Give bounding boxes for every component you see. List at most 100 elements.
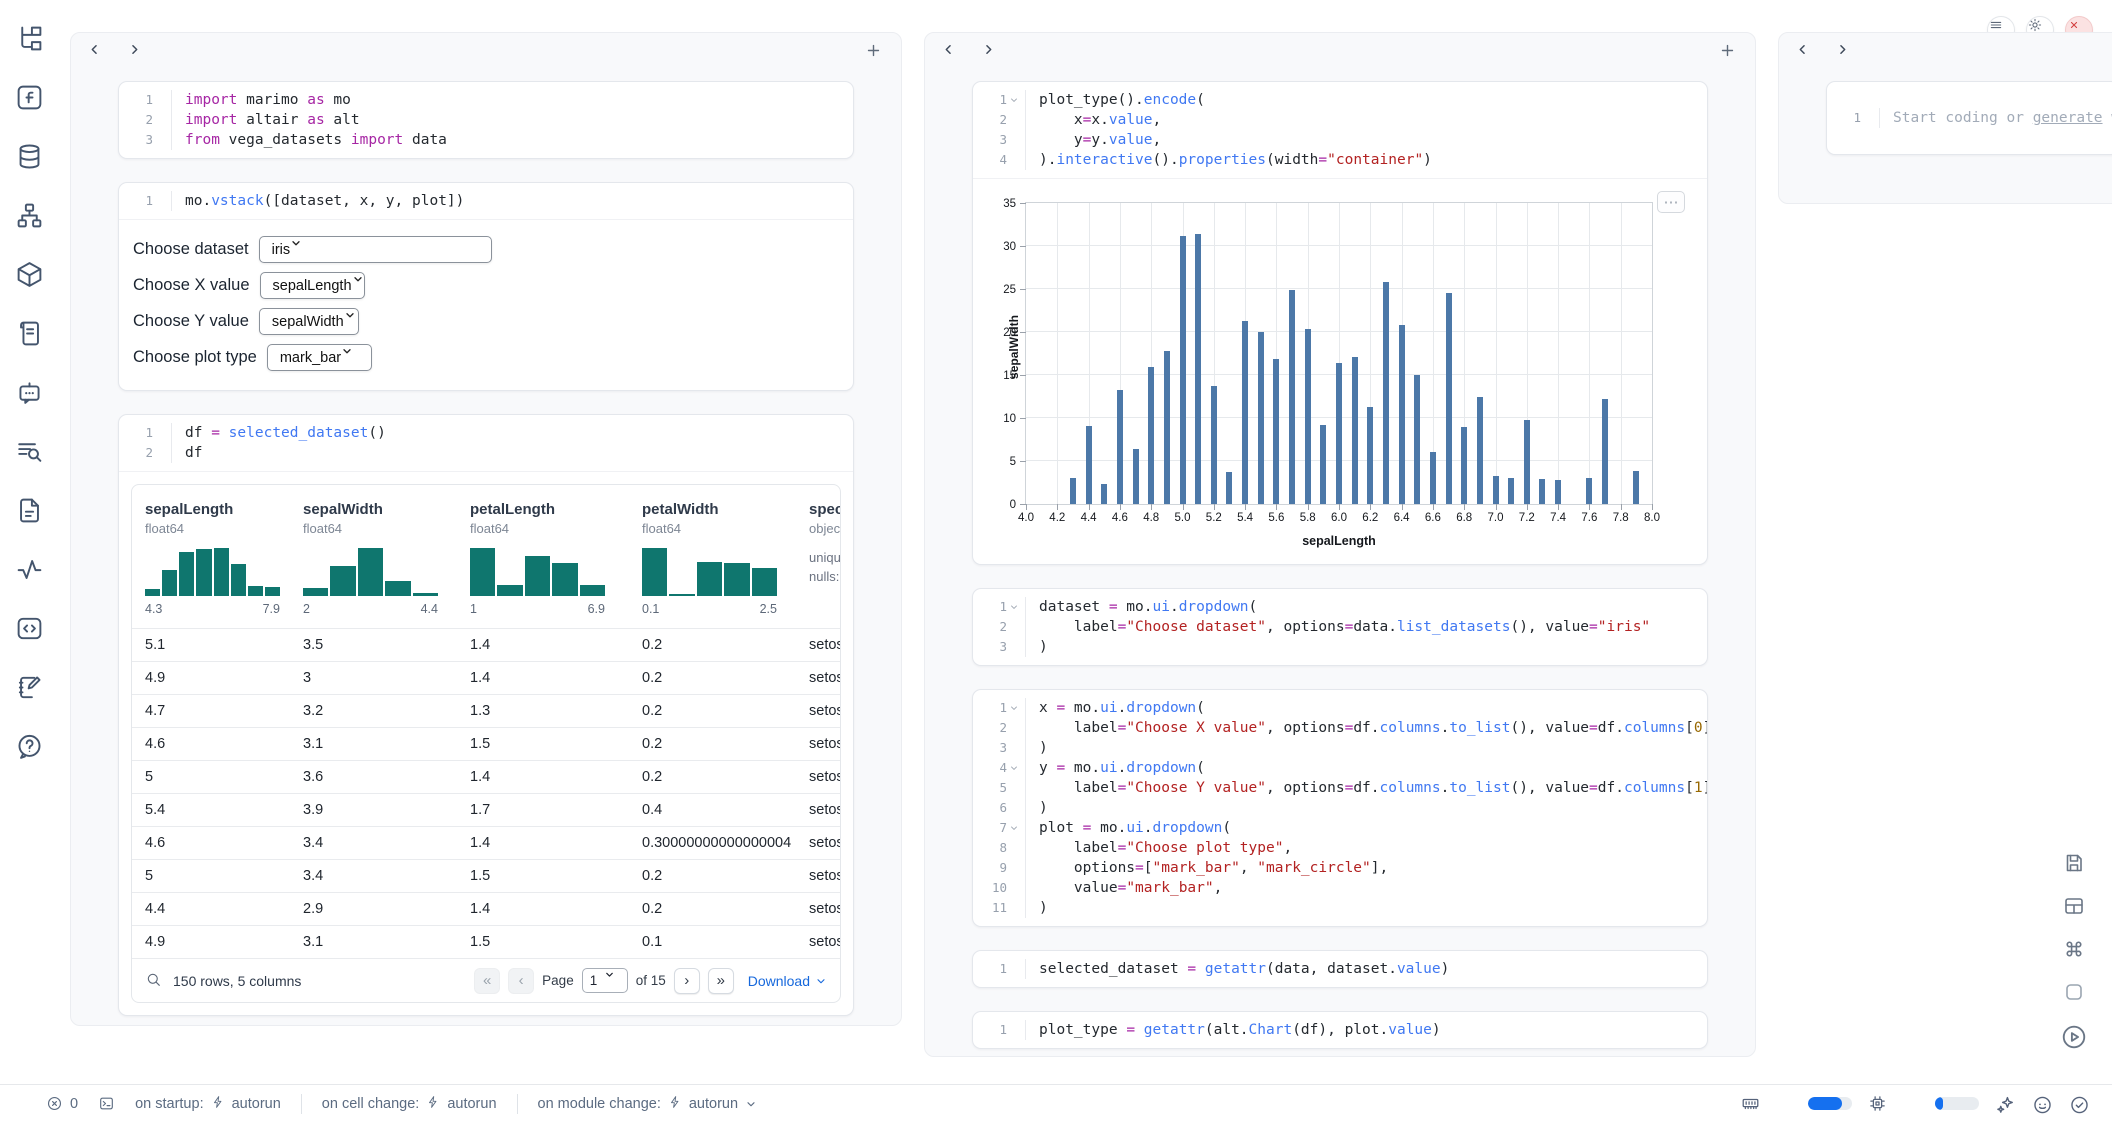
table-row[interactable]: 5.43.91.70.4setosa: [132, 793, 840, 826]
run-mode-cell-change[interactable]: on cell change:autorun: [322, 1095, 497, 1113]
sidebar-item-packages[interactable]: [15, 260, 49, 294]
fold-chevron[interactable]: [1009, 823, 1020, 834]
terminal-button[interactable]: [98, 1095, 115, 1112]
sidebar-item-tracing[interactable]: [15, 555, 49, 589]
sidebar-item-scratchpad[interactable]: [15, 673, 49, 707]
table-column-header[interactable]: petalWidthfloat640.12.5: [642, 501, 809, 616]
y-tick: [1020, 418, 1026, 419]
run-mode-module-change[interactable]: on module change:autorun: [538, 1095, 758, 1113]
error-indicator[interactable]: 0: [46, 1095, 78, 1112]
token: =: [1118, 880, 1127, 896]
copilot-button[interactable]: [2032, 1093, 2053, 1114]
token: df.: [1353, 780, 1379, 796]
add-cell-button[interactable]: [865, 42, 889, 66]
dropdown-select[interactable]: sepalLength: [260, 272, 365, 299]
cell-imports[interactable]: 1import marimo as mo2import altair as al…: [118, 81, 854, 159]
dependency-graph-icon: [15, 201, 49, 235]
layout-button[interactable]: [2062, 894, 2086, 918]
sidebar-item-logs[interactable]: [15, 319, 49, 353]
table-row[interactable]: 4.93.11.50.1setosa: [132, 925, 840, 958]
command-button[interactable]: [2062, 937, 2086, 961]
line-number-text: 1: [1853, 108, 1861, 128]
fold-chevron[interactable]: [1009, 602, 1020, 613]
dropdown-select[interactable]: sepalWidth: [259, 308, 359, 335]
search-wrap[interactable]: [145, 971, 162, 991]
table-row[interactable]: 53.41.50.2setosa: [132, 859, 840, 892]
cell-dataset-dropdown[interactable]: 1dataset = mo.ui.dropdown(2 label="Choos…: [972, 588, 1708, 666]
table-row[interactable]: 4.42.91.40.2setosa: [132, 892, 840, 925]
x-tick-label: 6.8: [1447, 512, 1481, 524]
code-line: 2 x=x.value,: [973, 110, 1707, 130]
code-editor[interactable]: 1 Start coding or generate with: [1827, 82, 2112, 154]
prev-cell-button[interactable]: [941, 42, 965, 66]
ai-assistant-button[interactable]: [1995, 1093, 2016, 1114]
sidebar-item-snippets[interactable]: [15, 614, 49, 648]
fold-chevron[interactable]: [1009, 95, 1020, 106]
page-select[interactable]: 1: [582, 968, 628, 993]
code-editor[interactable]: 1plot_type = getattr(alt.Chart(df), plot…: [973, 1012, 1707, 1048]
cell-vstack[interactable]: 1mo.vstack([dataset, x, y, plot])Choose …: [118, 182, 854, 391]
download-link[interactable]: Download: [748, 973, 827, 989]
fold-chevron-icon: [1009, 602, 1020, 613]
sidebar-item-function-square[interactable]: [15, 83, 49, 117]
dropdown-select[interactable]: mark_bar: [267, 344, 372, 371]
table-row[interactable]: 4.63.11.50.2setosa: [132, 727, 840, 760]
connection-status-button[interactable]: [2069, 1093, 2090, 1114]
prev-page-button[interactable]: ‹: [508, 968, 534, 994]
code-editor[interactable]: 1df = selected_dataset()2df: [119, 415, 853, 471]
next-page-button[interactable]: ›: [674, 968, 700, 994]
play-circle-button[interactable]: [2060, 1023, 2088, 1051]
sidebar-item-dependency-graph[interactable]: [15, 201, 49, 235]
code-editor[interactable]: 1x = mo.ui.dropdown(2 label="Choose X va…: [973, 690, 1707, 926]
prev-cell-button[interactable]: [87, 42, 111, 66]
cell-xy-plot-dropdowns[interactable]: 1x = mo.ui.dropdown(2 label="Choose X va…: [972, 689, 1708, 927]
table-row[interactable]: 4.73.21.30.2setosa: [132, 694, 840, 727]
code-editor[interactable]: 1dataset = mo.ui.dropdown(2 label="Choos…: [973, 589, 1707, 665]
add-cell-button[interactable]: [1719, 42, 1743, 66]
table-row[interactable]: 4.63.41.40.30000000000000004setosa: [132, 826, 840, 859]
cell-selected-dataset[interactable]: 1selected_dataset = getattr(data, datase…: [972, 950, 1708, 988]
last-page-button[interactable]: »: [708, 968, 734, 994]
token: =: [1589, 720, 1598, 736]
code-editor[interactable]: 1mo.vstack([dataset, x, y, plot]): [119, 183, 853, 219]
fold-chevron[interactable]: [1009, 703, 1020, 714]
code-editor[interactable]: 1plot_type().encode(2 x=x.value,3 y=y.va…: [973, 82, 1707, 178]
cell-plot-type[interactable]: 1plot_type = getattr(alt.Chart(df), plot…: [972, 1011, 1708, 1049]
code-editor[interactable]: 1selected_dataset = getattr(data, datase…: [973, 951, 1707, 987]
prev-cell-button[interactable]: [1795, 42, 1819, 66]
table-column-header[interactable]: sepalWidthfloat6424.4: [303, 501, 470, 616]
cell-plot[interactable]: 1plot_type().encode(2 x=x.value,3 y=y.va…: [972, 81, 1708, 565]
run-mode-startup[interactable]: on startup:autorun: [135, 1095, 281, 1113]
sidebar-item-documentation[interactable]: [15, 496, 49, 530]
table-cell: 1.4: [470, 769, 642, 785]
table-row[interactable]: 53.61.40.2setosa: [132, 760, 840, 793]
frame-button[interactable]: [2062, 980, 2086, 1004]
save-button[interactable]: [2062, 851, 2086, 875]
next-cell-button[interactable]: [981, 42, 1005, 66]
sidebar-item-datasources[interactable]: [15, 142, 49, 176]
fold-chevron[interactable]: [1009, 763, 1020, 774]
sidebar-item-search-list[interactable]: [15, 437, 49, 471]
table-cell: 3.6: [303, 769, 470, 785]
cell-new[interactable]: 1 Start coding or generate with: [1826, 81, 2112, 155]
token: mo: [325, 92, 351, 108]
sidebar-item-help[interactable]: [15, 732, 49, 766]
fold-area: [155, 196, 166, 207]
dropdown-select[interactable]: iris: [259, 236, 492, 263]
first-page-button[interactable]: «: [474, 968, 500, 994]
token: ,: [1153, 132, 1162, 148]
table-row[interactable]: 4.931.40.2setosa: [132, 661, 840, 694]
code-editor[interactable]: 1import marimo as mo2import altair as al…: [119, 82, 853, 158]
table-column-header[interactable]: petalLengthfloat6416.9: [470, 501, 642, 616]
next-cell-button[interactable]: [1835, 42, 1859, 66]
generate-link[interactable]: generate: [2033, 110, 2103, 126]
code-placeholder[interactable]: Start coding or generate with: [1879, 108, 2112, 128]
cell-df[interactable]: 1df = selected_dataset()2df sepalLengthfl…: [118, 414, 854, 1016]
table-column-header[interactable]: sepalLengthfloat644.37.9: [145, 501, 303, 616]
table-row[interactable]: 5.13.51.40.2setosa: [132, 628, 840, 661]
table-column-header[interactable]: speciesobjectunique:nulls:: [809, 501, 840, 616]
line-number: 3: [973, 738, 1025, 758]
sidebar-item-file-explorer[interactable]: [15, 24, 49, 58]
sidebar-item-chat[interactable]: [15, 378, 49, 412]
next-cell-button[interactable]: [127, 42, 151, 66]
